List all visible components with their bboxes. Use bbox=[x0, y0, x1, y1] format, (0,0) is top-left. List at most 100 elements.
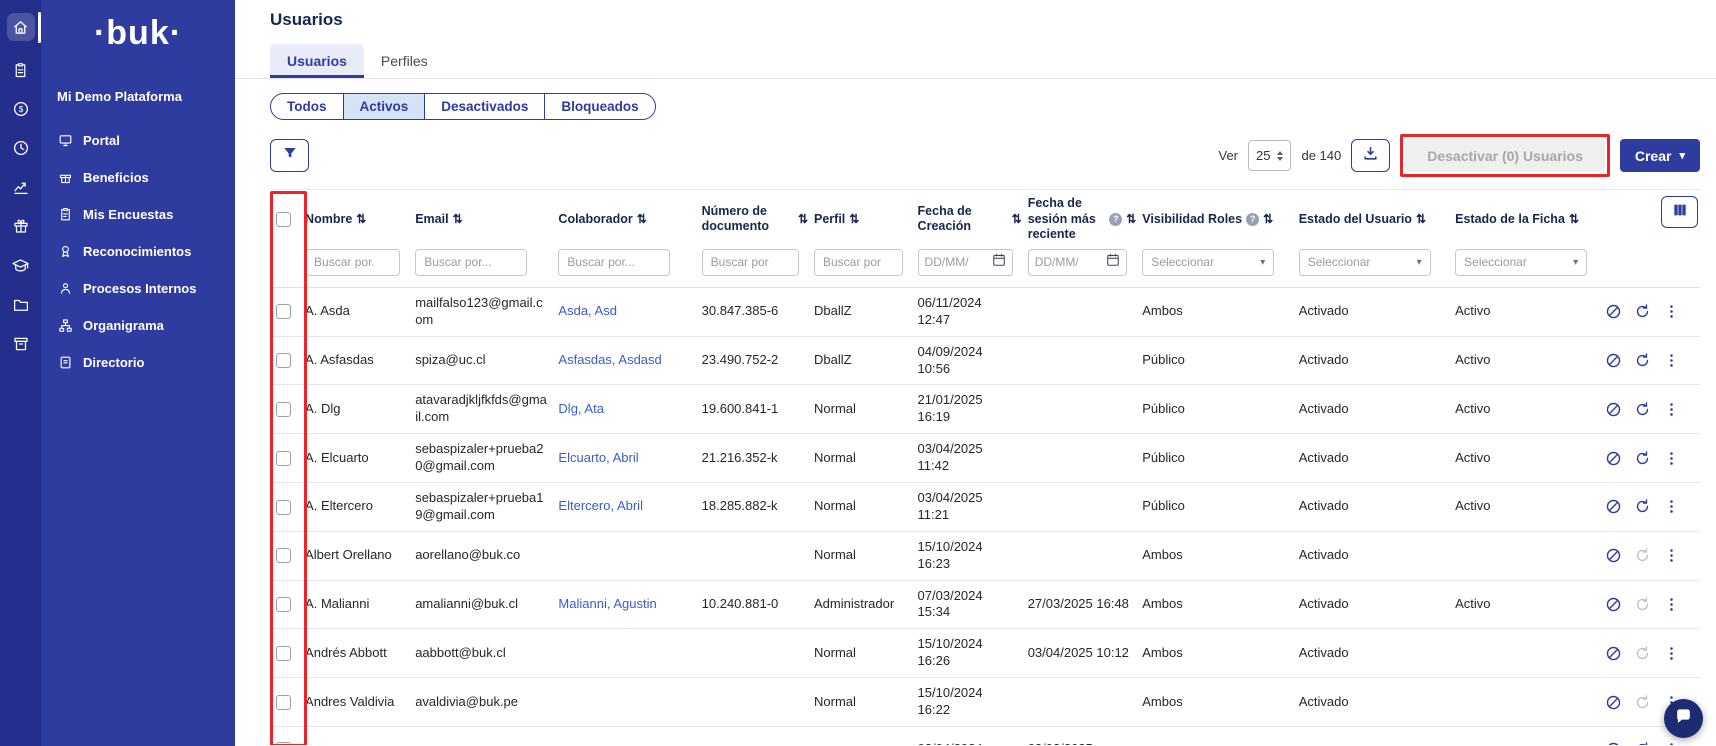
sort-icon[interactable]: ⇅ bbox=[453, 212, 463, 227]
reset-password-icon[interactable] bbox=[1634, 352, 1651, 369]
column-header-visibilidad[interactable]: Visibilidad Roles?⇅ bbox=[1140, 190, 1296, 247]
filter-select-visibilidad[interactable]: Seleccionar▾ bbox=[1142, 249, 1274, 276]
reset-password-icon[interactable] bbox=[1634, 498, 1651, 515]
info-icon[interactable]: ? bbox=[1246, 213, 1259, 226]
column-header-fecha_creacion[interactable]: Fecha de Creación⇅ bbox=[916, 190, 1026, 247]
block-user-icon[interactable] bbox=[1605, 450, 1622, 467]
colaborador-link[interactable]: Eltercero, Abril bbox=[558, 498, 643, 513]
colaborador-link[interactable]: Asda, Asd bbox=[558, 303, 617, 318]
block-user-icon[interactable] bbox=[1605, 694, 1622, 711]
block-user-icon[interactable] bbox=[1605, 596, 1622, 613]
sidebar-item-portal[interactable]: Portal bbox=[41, 122, 235, 159]
tasks-icon[interactable] bbox=[12, 62, 29, 79]
row-menu-icon[interactable] bbox=[1663, 401, 1680, 418]
chat-widget-button[interactable] bbox=[1664, 699, 1703, 738]
row-checkbox[interactable] bbox=[276, 742, 291, 745]
row-checkbox[interactable] bbox=[276, 402, 291, 417]
sort-icon[interactable]: ⇅ bbox=[1263, 212, 1273, 227]
sidebar-item-reconocimientos[interactable]: Reconocimientos bbox=[41, 233, 235, 270]
column-header-perfil[interactable]: Perfil⇅ bbox=[812, 190, 916, 247]
reset-password-icon[interactable] bbox=[1634, 596, 1651, 613]
filter-input-colaborador[interactable] bbox=[558, 249, 670, 276]
column-header-nombre[interactable]: Nombre⇅ bbox=[303, 190, 413, 247]
filter-input-nombre[interactable] bbox=[305, 249, 400, 276]
row-menu-icon[interactable] bbox=[1663, 645, 1680, 662]
sort-icon[interactable]: ⇅ bbox=[798, 212, 808, 227]
sort-icon[interactable]: ⇅ bbox=[356, 212, 366, 227]
row-checkbox[interactable] bbox=[276, 500, 291, 515]
training-icon[interactable] bbox=[11, 256, 30, 275]
reset-password-icon[interactable] bbox=[1634, 645, 1651, 662]
gift-icon[interactable] bbox=[12, 217, 30, 235]
sort-icon[interactable]: ⇅ bbox=[1126, 212, 1136, 227]
filter-date-fecha_sesion[interactable]: DD/MM/ bbox=[1028, 249, 1127, 276]
column-header-documento[interactable]: Número de documento⇅ bbox=[700, 190, 812, 247]
block-user-icon[interactable] bbox=[1605, 352, 1622, 369]
row-menu-icon[interactable] bbox=[1663, 303, 1680, 320]
reset-password-icon[interactable] bbox=[1634, 401, 1651, 418]
filter-todos[interactable]: Todos bbox=[270, 93, 344, 120]
payroll-icon[interactable]: $ bbox=[12, 100, 30, 118]
filter-input-documento[interactable] bbox=[702, 249, 799, 276]
row-menu-icon[interactable] bbox=[1663, 352, 1680, 369]
export-button[interactable] bbox=[1351, 139, 1390, 172]
row-menu-icon[interactable] bbox=[1663, 547, 1680, 564]
block-user-icon[interactable] bbox=[1605, 498, 1622, 515]
sort-icon[interactable]: ⇅ bbox=[1569, 212, 1579, 227]
reset-password-icon[interactable] bbox=[1634, 547, 1651, 564]
row-menu-icon[interactable] bbox=[1663, 498, 1680, 515]
row-menu-icon[interactable] bbox=[1663, 596, 1680, 613]
create-button[interactable]: Crear ▾ bbox=[1620, 139, 1700, 172]
tab-perfiles[interactable]: Perfiles bbox=[364, 44, 445, 78]
column-header-colaborador[interactable]: Colaborador⇅ bbox=[556, 190, 699, 247]
reset-password-icon[interactable] bbox=[1634, 303, 1651, 320]
column-header-estado_ficha[interactable]: Estado de la Ficha⇅ bbox=[1453, 190, 1603, 247]
row-checkbox[interactable] bbox=[276, 548, 291, 563]
column-header-estado_usuario[interactable]: Estado del Usuario⇅ bbox=[1297, 190, 1453, 247]
column-header-fecha_sesion[interactable]: Fecha de sesión más reciente?⇅ bbox=[1026, 190, 1141, 247]
deactivate-users-button[interactable]: Desactivar (0) Usuarios bbox=[1405, 139, 1605, 172]
sidebar-item-procesos-internos[interactable]: Procesos Internos bbox=[41, 270, 235, 307]
sort-icon[interactable]: ⇅ bbox=[637, 212, 647, 227]
filter-select-estado_ficha[interactable]: Seleccionar▾ bbox=[1455, 249, 1587, 276]
home-module-button[interactable] bbox=[7, 13, 35, 41]
colaborador-link[interactable]: Malianni, Agustin bbox=[558, 596, 656, 611]
colaborador-link[interactable]: Asfasdas, Asdasd bbox=[558, 352, 661, 367]
filter-date-fecha_creacion[interactable]: DD/MM/ bbox=[918, 249, 1013, 276]
folder-icon[interactable] bbox=[12, 296, 30, 314]
page-size-select[interactable]: 25 bbox=[1248, 140, 1291, 171]
info-icon[interactable]: ? bbox=[1109, 213, 1122, 226]
reset-password-icon[interactable] bbox=[1634, 741, 1651, 745]
time-icon[interactable] bbox=[12, 139, 30, 157]
block-user-icon[interactable] bbox=[1605, 645, 1622, 662]
filter-input-perfil[interactable] bbox=[814, 249, 903, 276]
row-checkbox[interactable] bbox=[276, 304, 291, 319]
sidebar-item-directorio[interactable]: Directorio bbox=[41, 344, 235, 381]
filter-button[interactable] bbox=[270, 139, 309, 172]
sort-icon[interactable]: ⇅ bbox=[849, 212, 859, 227]
row-checkbox[interactable] bbox=[276, 353, 291, 368]
row-checkbox[interactable] bbox=[276, 695, 291, 710]
archive-icon[interactable] bbox=[12, 335, 30, 353]
sort-icon[interactable]: ⇅ bbox=[1012, 212, 1022, 227]
reset-password-icon[interactable] bbox=[1634, 450, 1651, 467]
sidebar-item-organigrama[interactable]: Organigrama bbox=[41, 307, 235, 344]
filter-input-email[interactable] bbox=[415, 249, 527, 276]
filter-bloqueados[interactable]: Bloqueados bbox=[544, 93, 655, 120]
select-all-checkbox[interactable] bbox=[276, 212, 291, 227]
row-checkbox[interactable] bbox=[276, 451, 291, 466]
column-header-email[interactable]: Email⇅ bbox=[413, 190, 556, 247]
block-user-icon[interactable] bbox=[1605, 303, 1622, 320]
filter-desactivados[interactable]: Desactivados bbox=[424, 93, 545, 120]
filter-select-estado_usuario[interactable]: Seleccionar▾ bbox=[1299, 249, 1431, 276]
sidebar-item-beneficios[interactable]: Beneficios bbox=[41, 159, 235, 196]
reset-password-icon[interactable] bbox=[1634, 694, 1651, 711]
sidebar-item-mis-encuestas[interactable]: Mis Encuestas bbox=[41, 196, 235, 233]
block-user-icon[interactable] bbox=[1605, 401, 1622, 418]
colaborador-link[interactable]: Elcuarto, Abril bbox=[558, 450, 638, 465]
row-menu-icon[interactable] bbox=[1663, 450, 1680, 467]
row-checkbox[interactable] bbox=[276, 646, 291, 661]
row-menu-icon[interactable] bbox=[1663, 741, 1680, 745]
sort-icon[interactable]: ⇅ bbox=[1416, 212, 1426, 227]
column-settings-button[interactable] bbox=[1661, 196, 1698, 228]
